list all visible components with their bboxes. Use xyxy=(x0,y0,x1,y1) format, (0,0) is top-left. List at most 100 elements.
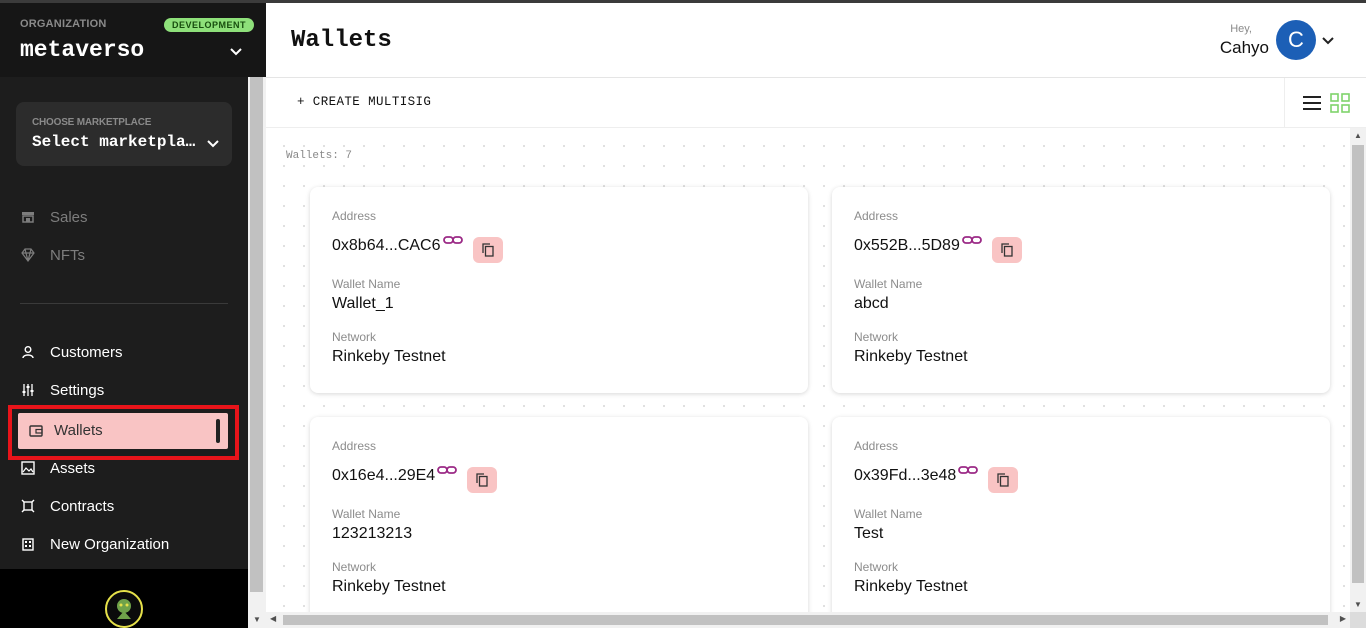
sidebar-footer xyxy=(0,569,248,628)
store-icon xyxy=(20,209,36,225)
sidebar-item-contracts[interactable]: Contracts xyxy=(20,492,114,520)
image-icon xyxy=(20,460,36,476)
address-label: Address xyxy=(332,209,377,223)
marketplace-select[interactable]: CHOOSE MARKETPLACE Select marketplace xyxy=(16,102,232,166)
contract-icon xyxy=(20,498,36,514)
copy-icon xyxy=(1001,243,1013,257)
sidebar-item-new-organization[interactable]: New Organization xyxy=(20,530,169,558)
address-row: 0x8b64...CAC6 xyxy=(332,235,503,263)
organization-switcher[interactable]: ORGANIZATION DEVELOPMENT metaverso xyxy=(0,3,266,77)
wallet-address: 0x16e4...29E4 xyxy=(332,467,436,484)
wallet-name-label: Wallet Name xyxy=(332,507,401,521)
wallets-content: Wallets: 7 Address 0x8b64...CAC6 Wallet … xyxy=(266,128,1350,612)
wallet-network: Rinkeby Testnet xyxy=(332,348,446,365)
wallet-name-label: Wallet Name xyxy=(854,277,923,291)
wallet-network: Rinkeby Testnet xyxy=(854,348,968,365)
scrollbar-thumb[interactable] xyxy=(1352,145,1364,583)
sidebar-item-label: Settings xyxy=(50,381,105,399)
sliders-icon xyxy=(20,382,36,398)
copy-icon xyxy=(476,473,488,487)
wallet-name: 123213213 xyxy=(332,525,413,542)
list-view-icon[interactable] xyxy=(1302,95,1322,111)
address-label: Address xyxy=(854,209,899,223)
wallet-count: Wallets: 7 xyxy=(286,150,353,162)
copy-icon xyxy=(997,473,1009,487)
wallet-card[interactable]: Address 0x39Fd...3e48 Wallet Name Test N… xyxy=(832,417,1330,612)
create-multisig-button[interactable]: + CREATE MULTISIG xyxy=(297,95,431,109)
wallet-network: Rinkeby Testnet xyxy=(332,578,446,595)
scrollbar-thumb[interactable] xyxy=(283,615,1328,625)
environment-badge: DEVELOPMENT xyxy=(164,18,255,32)
scroll-down-icon[interactable]: ▼ xyxy=(1354,600,1362,609)
page-header: Wallets Hey, Cahyo C xyxy=(266,3,1366,78)
marketplace-label: CHOOSE MARKETPLACE xyxy=(32,117,152,128)
sidebar-scrollbar[interactable]: ▼ xyxy=(248,77,266,628)
sidebar-item-customers[interactable]: Customers xyxy=(20,338,123,366)
organization-name: metaverso xyxy=(20,37,145,63)
wallet-card[interactable]: Address 0x16e4...29E4 Wallet Name 123213… xyxy=(310,417,808,612)
toolbar: + CREATE MULTISIG xyxy=(266,78,1366,128)
address-label: Address xyxy=(332,439,377,453)
diamond-icon xyxy=(20,247,36,263)
wallet-network: Rinkeby Testnet xyxy=(854,578,968,595)
wallet-address: 0x39Fd...3e48 xyxy=(854,467,957,484)
sidebar-item-sales[interactable]: Sales xyxy=(20,203,88,231)
brand-logo-icon xyxy=(105,590,143,628)
copy-address-button[interactable] xyxy=(467,467,498,493)
grid-view-icon[interactable] xyxy=(1330,93,1350,113)
scroll-left-icon[interactable]: ◀ xyxy=(270,614,276,623)
wallet-name-label: Wallet Name xyxy=(332,277,401,291)
chevron-down-icon[interactable] xyxy=(1321,33,1335,47)
link-icon[interactable] xyxy=(442,235,463,247)
wallet-name-label: Wallet Name xyxy=(854,507,923,521)
address-row: 0x552B...5D89 xyxy=(854,235,1022,263)
scrollbar-corner xyxy=(1350,612,1366,628)
copy-icon xyxy=(481,243,494,257)
scroll-down-icon[interactable]: ▼ xyxy=(253,615,261,624)
copy-address-button[interactable] xyxy=(991,237,1022,263)
sidebar-item-label: New Organization xyxy=(50,535,170,553)
wallet-address: 0x552B...5D89 xyxy=(854,237,960,254)
avatar[interactable]: C xyxy=(1276,20,1316,60)
wallet-name: abcd xyxy=(854,295,889,312)
scrollbar-thumb[interactable] xyxy=(250,77,263,592)
link-icon[interactable] xyxy=(958,465,979,477)
network-label: Network xyxy=(332,330,377,344)
link-icon[interactable] xyxy=(437,465,458,477)
sidebar-item-assets[interactable]: Assets xyxy=(20,454,95,482)
content-horizontal-scrollbar[interactable]: ◀ ▶ xyxy=(266,612,1350,628)
copy-address-button[interactable] xyxy=(988,467,1019,493)
network-label: Network xyxy=(854,560,899,574)
building-icon xyxy=(20,536,36,552)
greeting-text: Hey, xyxy=(1230,23,1252,35)
link-icon[interactable] xyxy=(961,235,982,247)
chevron-down-icon[interactable] xyxy=(228,43,244,59)
page-title: Wallets xyxy=(291,27,392,54)
view-toggle xyxy=(1284,78,1366,128)
marketplace-value: Select marketplace xyxy=(32,133,200,151)
address-row: 0x39Fd...3e48 xyxy=(854,465,1019,493)
network-label: Network xyxy=(854,330,899,344)
content-vertical-scrollbar[interactable]: ▲ ▼ xyxy=(1350,128,1366,612)
scroll-right-icon[interactable]: ▶ xyxy=(1340,614,1346,623)
sidebar-item-label: Contracts xyxy=(50,497,115,515)
sidebar-divider xyxy=(20,303,228,304)
address-label: Address xyxy=(854,439,899,453)
scroll-up-icon[interactable]: ▲ xyxy=(1354,131,1362,140)
network-label: Network xyxy=(332,560,377,574)
wallet-name: Test xyxy=(854,525,884,542)
copy-address-button[interactable] xyxy=(472,237,503,263)
sidebar-item-nfts[interactable]: NFTs xyxy=(20,241,85,269)
sidebar: ORGANIZATION DEVELOPMENT metaverso CHOOS… xyxy=(0,3,266,569)
wallet-address: 0x8b64...CAC6 xyxy=(332,237,441,254)
address-row: 0x16e4...29E4 xyxy=(332,465,498,493)
person-icon xyxy=(20,344,36,360)
sidebar-item-label: Sales xyxy=(50,208,88,226)
organization-label: ORGANIZATION xyxy=(20,18,107,30)
chevron-down-icon xyxy=(207,140,219,148)
sidebar-item-label: Assets xyxy=(50,459,96,477)
sidebar-item-settings[interactable]: Settings xyxy=(20,376,104,404)
wallet-name: Wallet_1 xyxy=(332,295,394,312)
wallet-card[interactable]: Address 0x8b64...CAC6 Wallet Name Wallet… xyxy=(310,187,808,393)
wallet-card[interactable]: Address 0x552B...5D89 Wallet Name abcd N… xyxy=(832,187,1330,393)
